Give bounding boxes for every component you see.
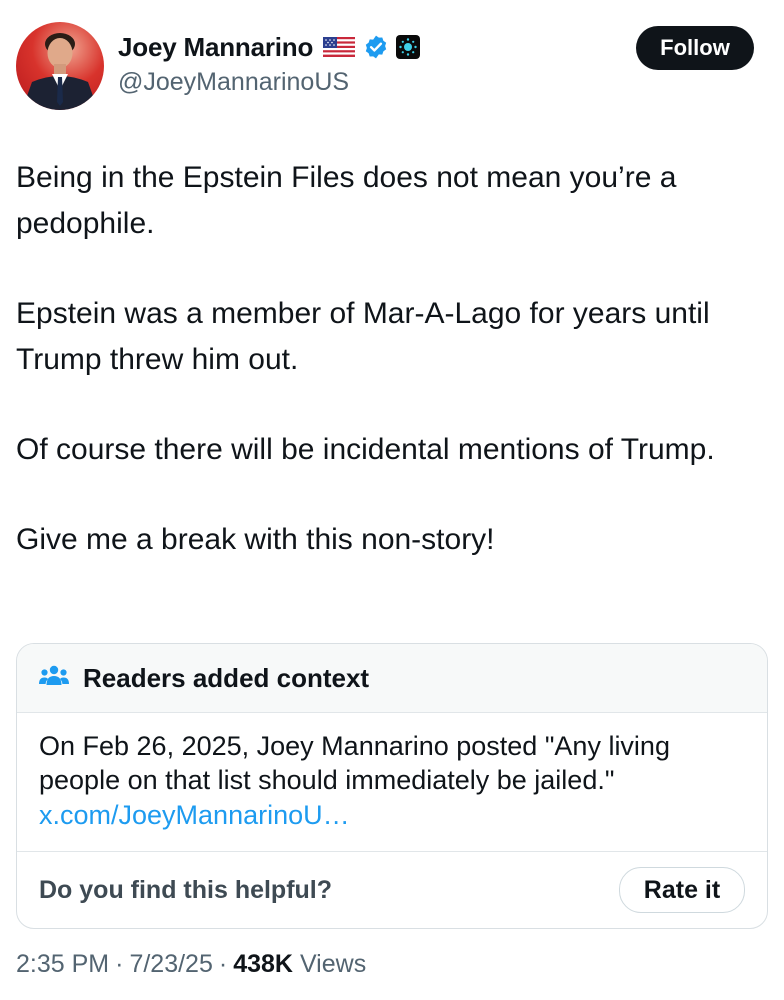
community-note-link[interactable]: x.com/JoeyMannarinoU… [39,797,745,833]
tweet-paragraph: Give me a break with this non-story! [16,523,495,556]
people-group-icon [39,664,83,693]
author-names: Joey Mannarino @JoeyMannarinoUS [118,30,421,97]
tweet-meta: 2:35 PM · 7/23/25 · 438K Views [16,950,366,979]
tweet: Joey Mannarino @JoeyMannarinoUS Follow B… [0,0,784,1000]
helpful-question: Do you find this helpful? [39,875,333,904]
display-name[interactable]: Joey Mannarino [118,32,313,63]
community-note-header: Readers added context [17,644,767,713]
us-flag-icon [323,37,356,57]
views-label: Views [299,950,367,978]
separator: · [218,950,228,978]
tweet-paragraph: Of course there will be incidental menti… [16,433,715,466]
tweet-text: Being in the Epstein Files does not mean… [16,155,756,607]
name-row: Joey Mannarino [118,30,421,64]
verified-badge-icon[interactable] [363,34,389,60]
tweet-paragraph: Epstein was a member of Mar-A-Lago for y… [16,297,710,376]
community-note-footer: Do you find this helpful? Rate it [17,852,767,928]
tweet-header: Joey Mannarino @JoeyMannarinoUS Follow [16,20,754,112]
community-note: Readers added context On Feb 26, 2025, J… [16,643,768,929]
separator: · [115,950,124,978]
avatar[interactable] [16,22,104,110]
author-handle[interactable]: @JoeyMannarinoUS [118,68,421,97]
community-note-text: On Feb 26, 2025, Joey Mannarino posted "… [39,731,670,795]
community-note-title: Readers added context [83,662,370,693]
post-time[interactable]: 2:35 PM [16,950,109,979]
affiliate-badge-icon[interactable] [395,34,421,60]
views-count: 438K [233,950,293,978]
tweet-paragraph: Being in the Epstein Files does not mean… [16,161,677,240]
post-date[interactable]: 7/23/25 [129,950,212,979]
community-note-body: On Feb 26, 2025, Joey Mannarino posted "… [17,713,767,852]
follow-button[interactable]: Follow [636,26,754,70]
rate-it-button[interactable]: Rate it [619,867,745,913]
